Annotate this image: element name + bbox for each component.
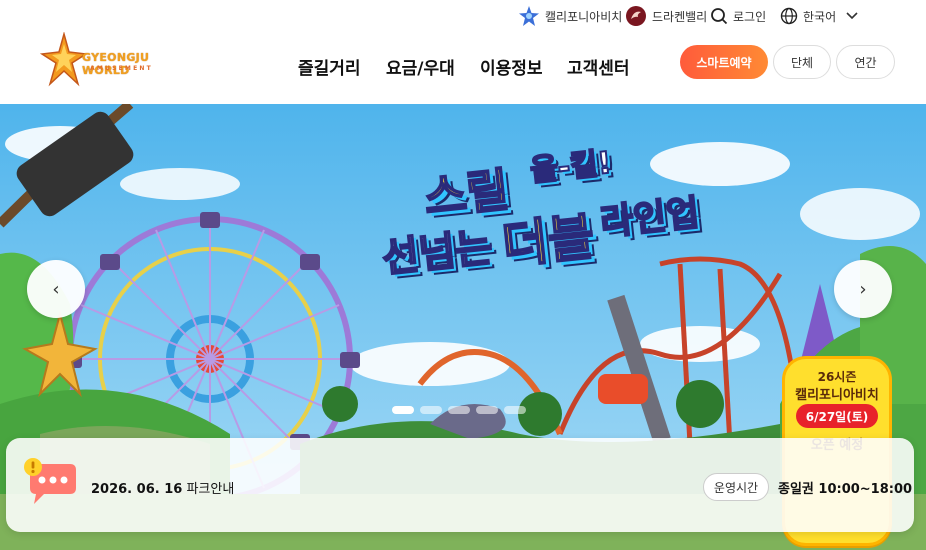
- slide-dot[interactable]: [476, 406, 498, 414]
- dragon-logo-icon: [626, 6, 646, 26]
- language-selector[interactable]: 한국어: [780, 5, 858, 27]
- logo-text: GYEONGJU WORLD: [82, 51, 150, 77]
- slide-dot[interactable]: [392, 406, 414, 414]
- badge-name: 캘리포니아비치: [795, 388, 879, 403]
- operating-hours-badge: 운영시간: [703, 473, 769, 501]
- headline-double: 더블: [498, 207, 598, 276]
- utility-bar: 캘리포니아비치 드라켄밸리 로그인 한국어: [0, 0, 926, 32]
- california-beach-label: 캘리포니아비치: [545, 9, 623, 24]
- language-label: 한국어: [803, 9, 837, 24]
- slide-pagination: [392, 406, 526, 414]
- group-button[interactable]: 단체: [773, 45, 831, 79]
- nav-customer-center[interactable]: 고객센터: [567, 54, 630, 79]
- globe-icon: [780, 7, 798, 25]
- chat-alert-icon: [24, 458, 76, 504]
- slide-dot[interactable]: [448, 406, 470, 414]
- login-label: 로그인: [733, 9, 767, 24]
- logo-star-icon: [40, 32, 88, 87]
- park-notice-bar: 2026. 06. 16 파크안내 운영시간 종일권 10:00~18:00: [6, 438, 914, 532]
- logo-subtext: AMUSEMENT: [90, 65, 153, 72]
- slide-dot[interactable]: [420, 406, 442, 414]
- annual-pass-button[interactable]: 연간: [836, 45, 895, 79]
- slide-dot[interactable]: [504, 406, 526, 414]
- badge-date: 6/27일(토): [796, 404, 878, 428]
- headline-lineup: 라인업: [597, 192, 702, 245]
- prev-slide-button[interactable]: ‹: [27, 260, 85, 318]
- headline-crossing: 선넘는: [379, 224, 496, 283]
- chevron-down-icon: [846, 12, 858, 20]
- badge-season: 26시즌: [817, 370, 857, 384]
- main-header: GYEONGJU WORLD AMUSEMENT 즐길거리 요금/우대 이용정보…: [0, 32, 926, 104]
- site-logo[interactable]: GYEONGJU WORLD AMUSEMENT: [40, 32, 185, 87]
- notice-date: 2026. 06. 16: [91, 482, 183, 497]
- dragon-valley-label: 드라켄밸리: [652, 9, 708, 24]
- nav-pricing[interactable]: 요금/우대: [386, 54, 455, 79]
- notice-date-row[interactable]: 2026. 06. 16 파크안내: [91, 478, 234, 497]
- operating-hours: 종일권 10:00~18:00: [778, 482, 913, 497]
- dragon-valley-link[interactable]: 드라켄밸리: [625, 5, 707, 27]
- headline-allkill: 올-킬!: [528, 145, 615, 190]
- search-icon: [711, 8, 728, 25]
- california-beach-link[interactable]: 캘리포니아비치: [518, 5, 622, 27]
- star-logo-icon: [519, 6, 539, 26]
- login-link[interactable]: 로그인: [710, 5, 766, 27]
- next-slide-button[interactable]: ›: [834, 260, 892, 318]
- notice-label: 파크안내: [186, 482, 235, 497]
- smart-reservation-button[interactable]: 스마트예약: [680, 45, 768, 79]
- nav-attractions[interactable]: 즐길거리: [298, 54, 361, 79]
- nav-info[interactable]: 이용정보: [480, 54, 543, 79]
